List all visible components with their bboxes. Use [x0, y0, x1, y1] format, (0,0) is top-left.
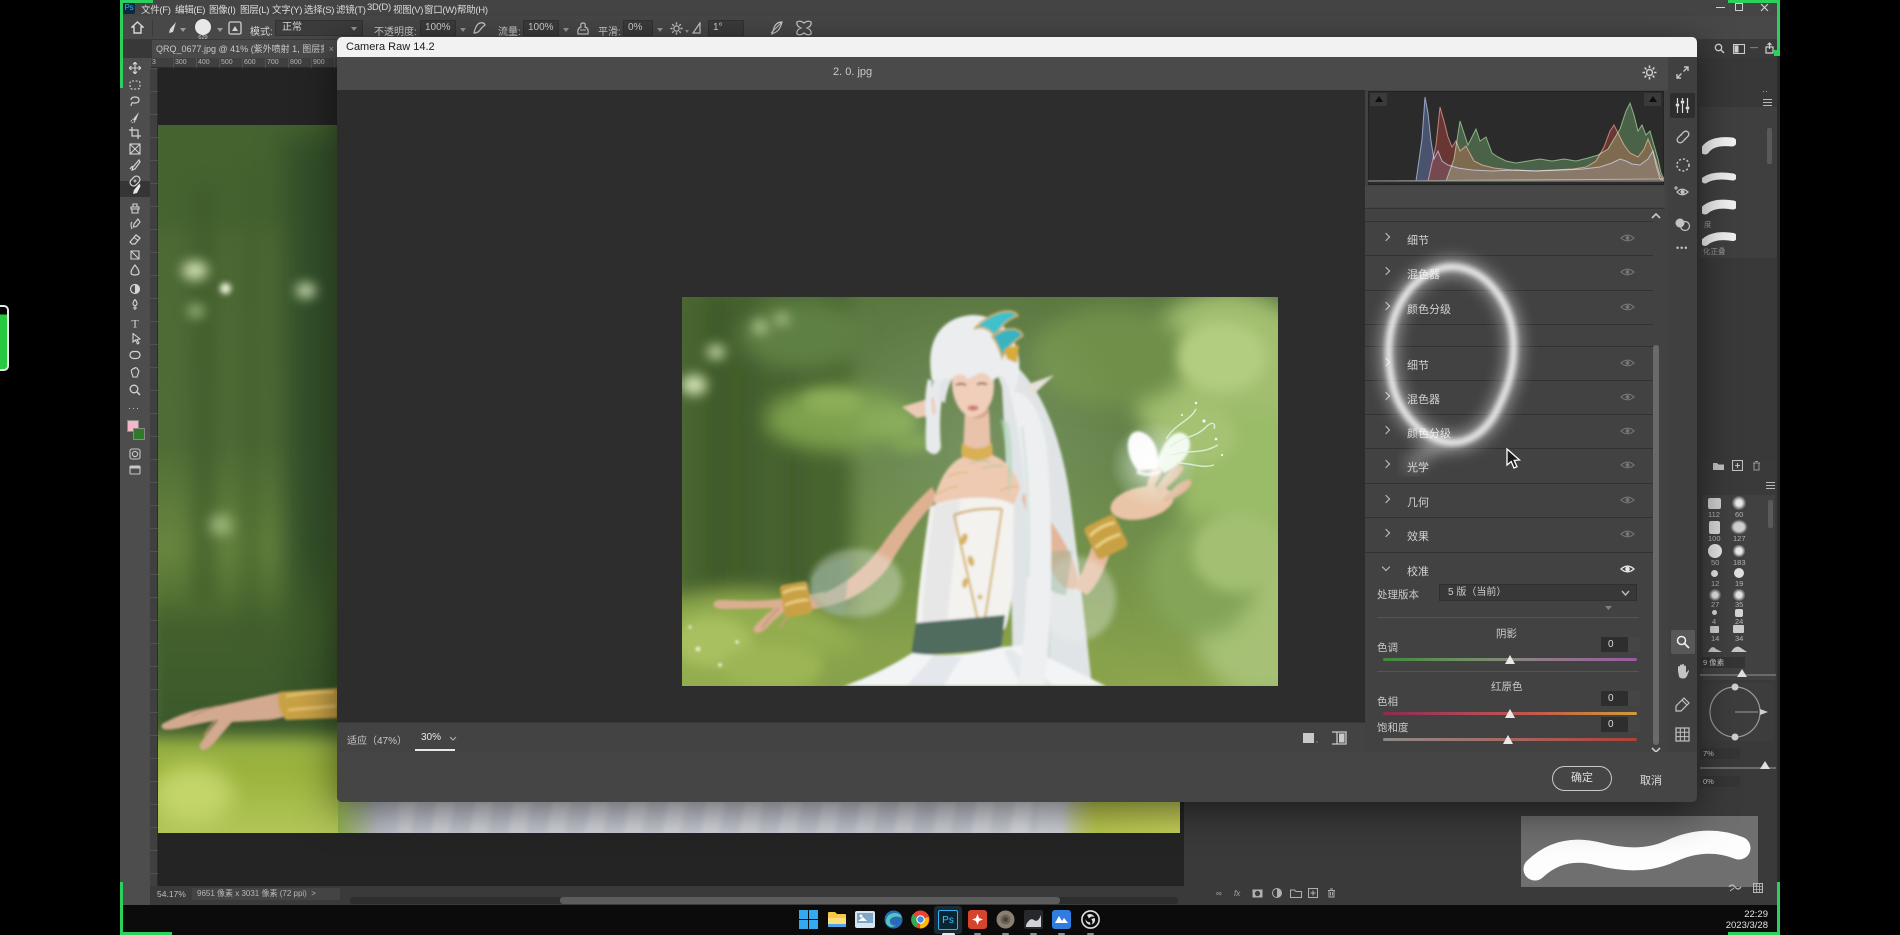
- svg-text:T: T: [131, 317, 139, 329]
